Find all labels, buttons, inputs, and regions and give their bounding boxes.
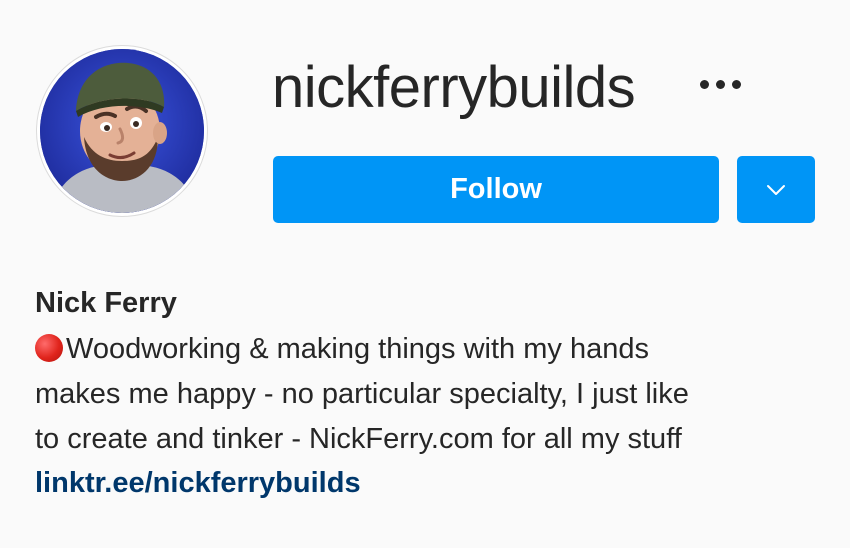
chevron-down-icon <box>767 184 785 195</box>
profile-bio: Woodworking & making things with my hand… <box>35 327 825 462</box>
profile-external-link[interactable]: linktr.ee/nickferrybuilds <box>35 461 361 506</box>
profile-avatar[interactable] <box>40 49 204 213</box>
more-options-button[interactable] <box>688 64 752 104</box>
avatar-photo <box>40 49 204 213</box>
profile-username: nickferrybuilds <box>272 55 636 120</box>
bio-line: to create and tinker - NickFerry.com for… <box>35 423 682 455</box>
red-circle-icon <box>35 334 63 362</box>
more-options-icon-dot <box>715 79 725 89</box>
bio-line: makes me happy - no particular specialty… <box>35 378 689 410</box>
follow-button[interactable]: Follow <box>273 156 719 223</box>
more-options-icon-dot <box>731 79 741 89</box>
bio-line-text: Woodworking & making things with my hand… <box>66 333 649 365</box>
bio-line: Woodworking & making things with my hand… <box>35 327 825 372</box>
profile-avatar-ring[interactable] <box>36 45 208 217</box>
suggested-accounts-dropdown-button[interactable] <box>737 156 815 223</box>
more-options-icon <box>699 79 709 89</box>
profile-full-name: Nick Ferry <box>35 287 177 319</box>
